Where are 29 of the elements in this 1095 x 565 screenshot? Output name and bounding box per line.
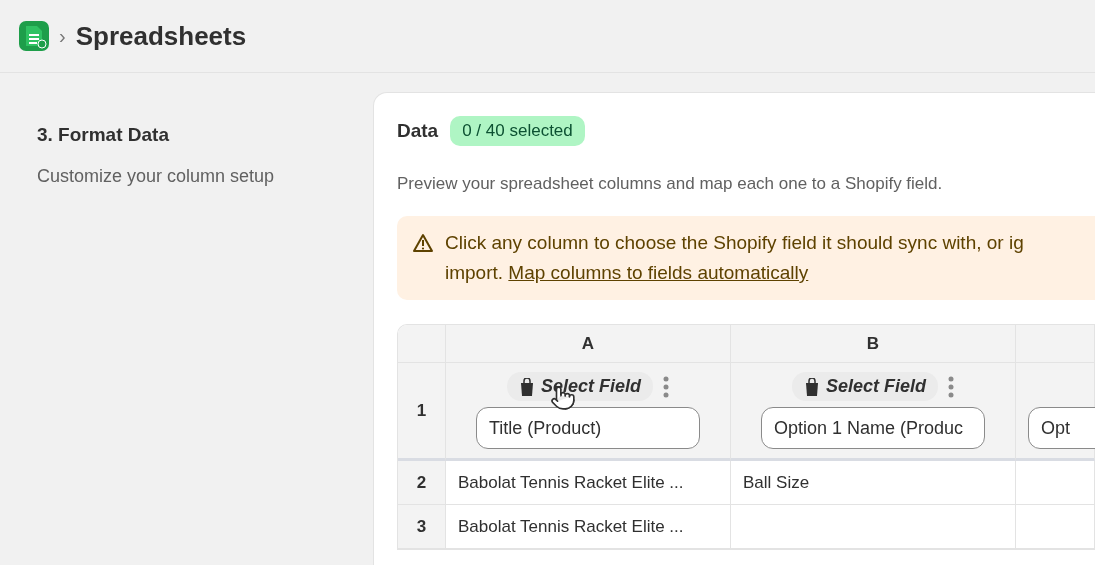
warning-text: import. xyxy=(445,262,505,283)
card-title: Data xyxy=(397,120,439,142)
table-cell: Ball Size xyxy=(731,461,1016,505)
step-title: 3. Format Data xyxy=(37,124,170,146)
column-name-field[interactable]: Opt xyxy=(1028,407,1095,449)
row-header-cell: 2 xyxy=(398,461,446,505)
spreadsheet-app-icon xyxy=(19,21,49,51)
table-cell: Babolat Tennis Racket Elite ... xyxy=(446,461,731,505)
column-name-field[interactable]: Title (Product) xyxy=(476,407,700,449)
warning-icon xyxy=(413,233,433,253)
more-icon[interactable] xyxy=(663,375,669,398)
auto-map-link[interactable]: Map columns to fields automatically xyxy=(508,262,809,283)
column-header-cell[interactable] xyxy=(1016,325,1095,363)
row-header-cell: 1 xyxy=(398,363,446,461)
selection-badge: 0 / 40 selected xyxy=(450,116,585,146)
select-field-button[interactable]: Select Field xyxy=(791,372,938,401)
row-header-cell: 3 xyxy=(398,505,446,549)
column-header-cell[interactable]: B xyxy=(731,325,1016,363)
page-title: Spreadsheets xyxy=(75,20,247,52)
shopping-bag-icon xyxy=(518,377,535,396)
warning-text: Click any column to choose the Shopify field it should sync with, or ig xyxy=(445,232,1024,253)
more-icon[interactable] xyxy=(948,375,954,398)
shopping-bag-icon xyxy=(803,377,820,396)
card-description: Preview your spreadsheet columns and map each one to a Shopify field. xyxy=(397,174,944,194)
breadcrumb-separator: › xyxy=(59,24,66,48)
step-subtitle: Customize your column setup xyxy=(37,166,276,187)
column-header-cell[interactable]: A xyxy=(446,325,731,363)
column-name-field[interactable]: Option 1 Name (Produc xyxy=(761,407,985,449)
table-cell: Babolat Tennis Racket Elite ... xyxy=(446,505,731,549)
